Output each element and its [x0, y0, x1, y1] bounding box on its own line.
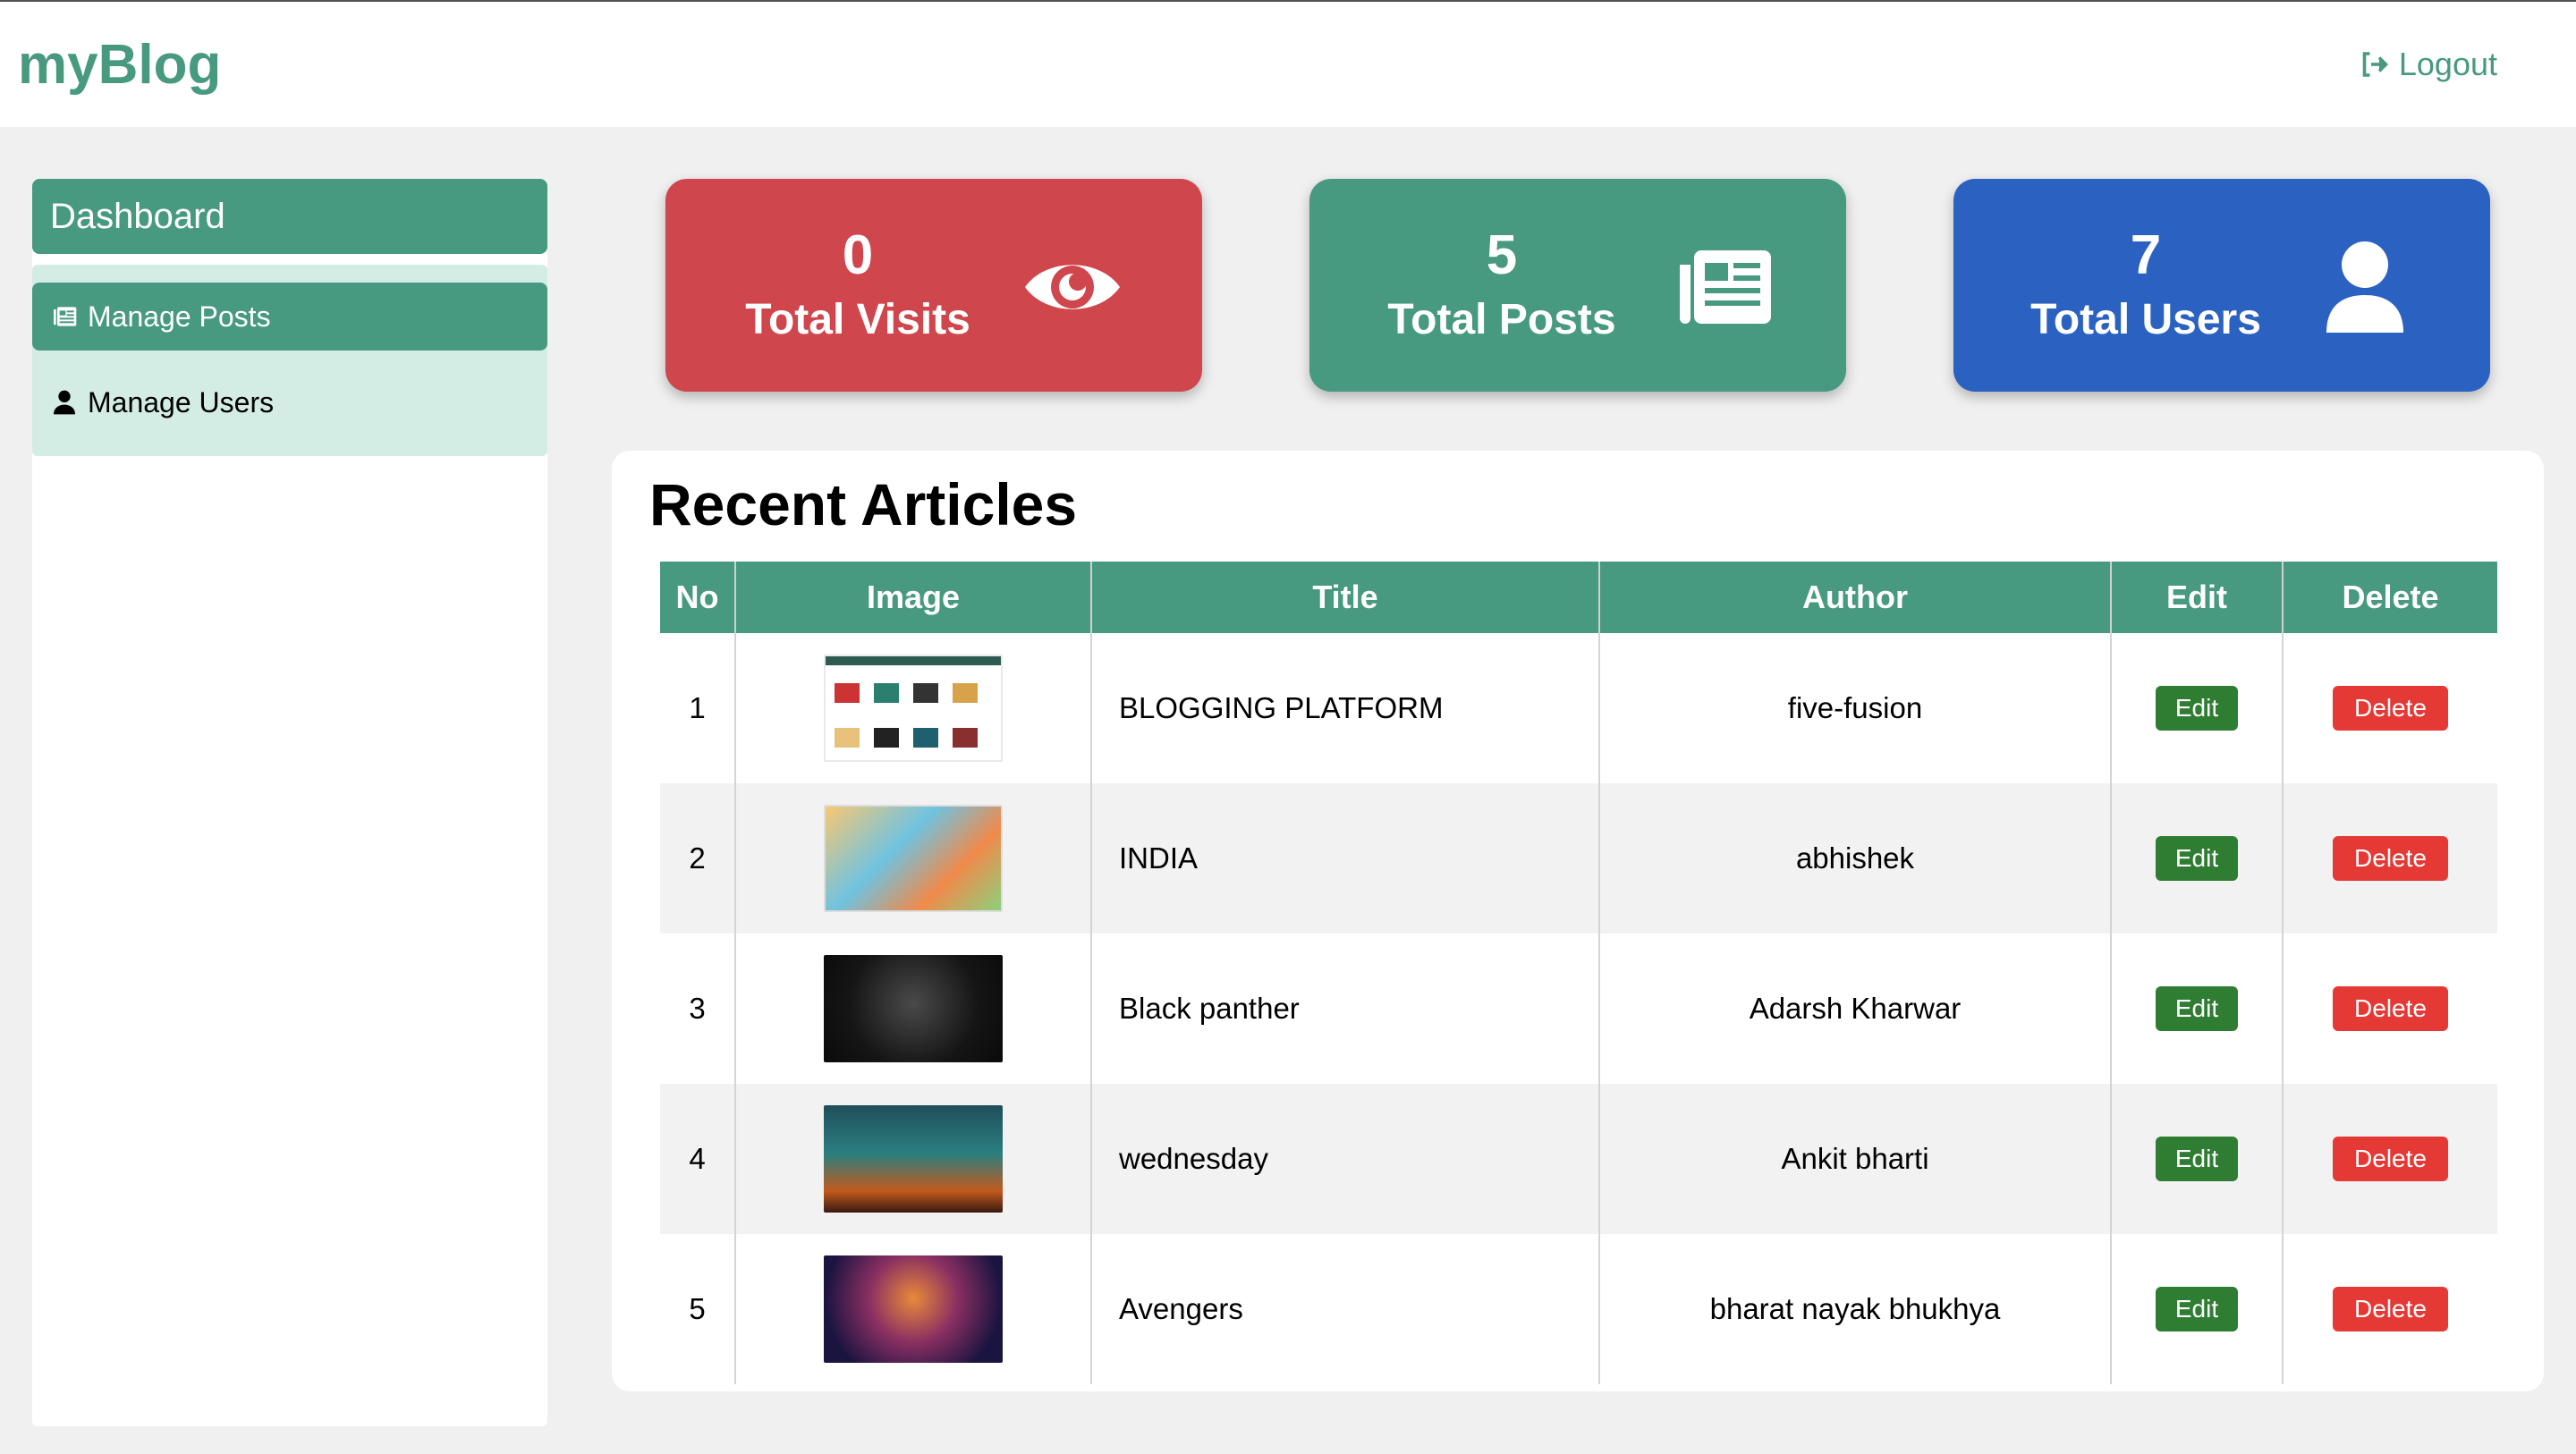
sidebar-item-label: Manage Users — [88, 385, 275, 418]
stat-label: Total Users — [2030, 296, 2261, 343]
post-author: abhishek — [1599, 783, 2112, 934]
user-icon — [2326, 241, 2403, 333]
post-thumbnail[interactable] — [824, 1105, 1003, 1213]
delete-button[interactable]: Delete — [2333, 1137, 2448, 1181]
edit-button[interactable]: Edit — [2155, 986, 2239, 1031]
edit-button[interactable]: Edit — [2155, 1287, 2239, 1331]
row-number: 3 — [660, 934, 736, 1084]
column-header: Title — [1091, 562, 1600, 633]
table-row: 3 Black panther Adarsh Kharwar Edit Dele… — [660, 934, 2497, 1084]
column-header: Edit — [2111, 562, 2284, 633]
table-row: 5 Avengers bharat nayak bhukhya Edit Del… — [660, 1234, 2497, 1384]
post-title: INDIA — [1091, 783, 1600, 934]
row-number: 2 — [660, 783, 736, 934]
delete-button[interactable]: Delete — [2333, 686, 2448, 731]
delete-button[interactable]: Delete — [2333, 986, 2448, 1031]
post-thumbnail[interactable] — [824, 805, 1003, 912]
column-header: Image — [735, 562, 1092, 633]
brand-logo[interactable]: myBlog — [18, 33, 221, 97]
logout-label: Logout — [2398, 46, 2497, 82]
edit-button[interactable]: Edit — [2155, 836, 2239, 881]
edit-button[interactable]: Edit — [2155, 1137, 2239, 1181]
delete-button[interactable]: Delete — [2333, 836, 2448, 881]
column-header: No — [660, 562, 736, 633]
column-header: Delete — [2342, 579, 2439, 615]
stat-card-users: 7 Total Users — [1953, 179, 2490, 392]
post-author: Adarsh Kharwar — [1599, 934, 2112, 1084]
post-author: Ankit bharti — [1599, 1084, 2112, 1234]
newspaper-icon — [54, 307, 77, 326]
edit-button[interactable]: Edit — [2155, 686, 2239, 731]
delete-button[interactable]: Delete — [2333, 1287, 2448, 1331]
post-thumbnail[interactable] — [824, 655, 1003, 762]
table-row: 1 BLOGGING PLATFORM five-fusion Edit Del… — [660, 633, 2497, 783]
post-title: wednesday — [1091, 1084, 1600, 1234]
post-title: BLOGGING PLATFORM — [1091, 633, 1600, 783]
post-thumbnail[interactable] — [824, 1255, 1003, 1363]
eye-icon — [1025, 265, 1120, 309]
stat-card-visits: 0 Total Visits — [665, 179, 1202, 392]
sidebar-submenu: Manage Posts Manage Users — [32, 265, 547, 456]
table-row: 2 INDIA abhishek Edit Delete — [660, 783, 2497, 934]
sign-out-icon — [2362, 52, 2388, 77]
row-number: 4 — [660, 1084, 736, 1234]
sidebar-item-manage-posts[interactable]: Manage Posts — [32, 283, 547, 351]
sidebar-item-manage-users[interactable]: Manage Users — [32, 368, 547, 436]
row-number: 1 — [660, 633, 736, 783]
recent-articles-panel: Recent Articles No Image Title Author Ed… — [612, 451, 2544, 1391]
sidebar: Dashboard Manage Posts Manage Users — [32, 179, 547, 1426]
stat-value: 0 — [842, 224, 874, 286]
sidebar-dashboard[interactable]: Dashboard — [32, 179, 547, 254]
table-row: 4 wednesday Ankit bharti Edit Delete — [660, 1084, 2497, 1234]
post-thumbnail[interactable] — [824, 955, 1003, 1062]
logout-link[interactable]: Logout — [2358, 46, 2497, 83]
stat-label: Total Visits — [745, 296, 970, 343]
newspaper-icon — [1680, 250, 1771, 324]
stat-label: Total Posts — [1387, 296, 1616, 343]
sidebar-item-label: Manage Posts — [88, 300, 271, 333]
post-author: bharat nayak bhukhya — [1599, 1234, 2112, 1384]
stat-value: 5 — [1486, 224, 1518, 286]
table-header-row: No Image Title Author Edit Delete — [660, 562, 2497, 633]
user-icon — [54, 390, 75, 415]
panel-title: Recent Articles — [649, 471, 1078, 537]
navbar: myBlog Logout — [0, 2, 2576, 127]
post-title: Black panther — [1091, 934, 1600, 1084]
stat-card-posts: 5 Total Posts — [1309, 179, 1846, 392]
row-number: 5 — [660, 1234, 736, 1384]
post-title: Avengers — [1091, 1234, 1600, 1384]
post-author: five-fusion — [1599, 633, 2112, 783]
column-header: Author — [1599, 562, 2112, 633]
articles-table: No Image Title Author Edit Delete 1 BLOG… — [660, 562, 2497, 1384]
stat-value: 7 — [2130, 224, 2162, 286]
